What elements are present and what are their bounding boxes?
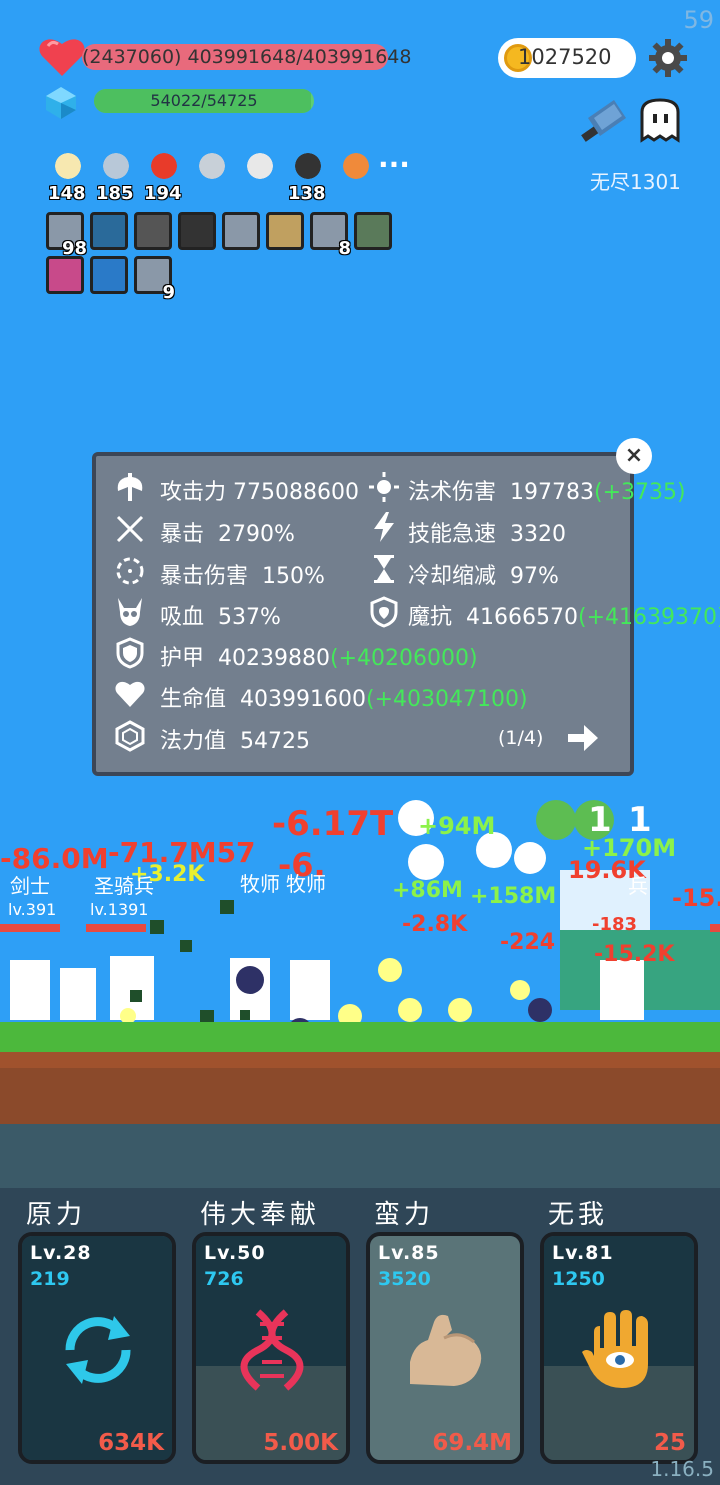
ghost-icon[interactable] bbox=[636, 96, 684, 144]
item-count: 9 bbox=[162, 282, 175, 303]
damage-number: -224 bbox=[500, 930, 556, 955]
mana-hexagon-icon bbox=[115, 720, 145, 752]
unit-name: 圣骑兵 bbox=[94, 874, 154, 898]
hook-icon[interactable] bbox=[192, 146, 232, 186]
light-icon[interactable] bbox=[90, 212, 128, 250]
apple-icon[interactable]: 194 bbox=[144, 146, 184, 204]
stat-magic-damage: 法术伤害 197783(+3735) bbox=[408, 480, 686, 505]
blade-icon[interactable] bbox=[240, 146, 280, 186]
scroll-icon[interactable]: 98 bbox=[46, 212, 87, 259]
skill-card-brute-force[interactable]: Lv.85 3520 69.4M bbox=[366, 1232, 524, 1464]
endless-level-label: 无尽1301 bbox=[590, 170, 681, 194]
scroll-icon[interactable] bbox=[134, 212, 172, 250]
heart-outline-icon bbox=[115, 681, 145, 707]
stat-attack: 攻击力 775088600 bbox=[160, 480, 359, 505]
torch-icon[interactable] bbox=[336, 146, 376, 186]
claw-icon[interactable] bbox=[90, 256, 128, 294]
damage-number: -2.8K bbox=[402, 912, 468, 937]
skill-name: 蛮力 bbox=[374, 1200, 435, 1230]
axe-icon bbox=[117, 473, 143, 501]
mana-gem-icon bbox=[46, 87, 76, 119]
damage-number: +158M bbox=[470, 884, 557, 909]
page-indicator: (1/4) bbox=[498, 727, 544, 749]
item-count: 185 bbox=[96, 183, 134, 204]
hourglass-icon bbox=[374, 555, 394, 583]
grass-ground bbox=[0, 1022, 720, 1052]
endless-flag-icon[interactable] bbox=[578, 96, 630, 144]
unit-level: lv.1391 bbox=[90, 900, 149, 919]
damage-number: +94M bbox=[418, 812, 496, 840]
bat-icon[interactable]: 138 bbox=[288, 146, 328, 204]
unit-level: lv.391 bbox=[8, 900, 57, 919]
skill-card-force[interactable]: Lv.28 219 634K bbox=[18, 1232, 176, 1464]
fps-counter: 59 bbox=[683, 6, 714, 34]
damage-number: -183 bbox=[592, 914, 638, 935]
stat-crit-damage: 暴击伤害 150% bbox=[160, 564, 325, 589]
stat-armor: 护甲 40239880(+40206000) bbox=[160, 646, 478, 671]
unit-name: 剑士 bbox=[10, 874, 50, 898]
dirt-layer-dark bbox=[0, 1068, 720, 1124]
stat-cooldown-reduction: 冷却缩减 97% bbox=[408, 564, 559, 589]
unit-name: 牧师 bbox=[286, 872, 326, 896]
egg-icon[interactable]: 148 bbox=[48, 146, 88, 204]
damage-number: -6.17T bbox=[272, 804, 394, 844]
skill-name: 原力 bbox=[26, 1200, 87, 1230]
shield-icon[interactable] bbox=[266, 212, 304, 250]
skill-card-devotion[interactable]: Lv.50 726 5.00K bbox=[192, 1232, 350, 1464]
lightning-icon bbox=[374, 512, 394, 542]
helmet-icon[interactable] bbox=[354, 212, 392, 250]
stat-lifesteal: 吸血 537% bbox=[160, 605, 281, 630]
sun-icon bbox=[369, 472, 399, 502]
damage-number: +86M bbox=[392, 878, 463, 903]
item-count: 194 bbox=[144, 183, 182, 204]
close-panel-button[interactable]: × bbox=[616, 438, 652, 474]
item-count: 148 bbox=[48, 183, 86, 204]
skill-panel-header bbox=[0, 1124, 720, 1188]
coin-value: 1027520 bbox=[518, 45, 612, 69]
dna-icon bbox=[240, 1309, 304, 1391]
muscle-arm-icon bbox=[410, 1314, 482, 1386]
dark-scroll-icon[interactable] bbox=[178, 212, 216, 250]
damage-number: 1 bbox=[628, 800, 652, 840]
unit-name: 兵 bbox=[628, 874, 648, 898]
damage-number: 1 bbox=[588, 800, 612, 840]
eye-hand-icon bbox=[582, 1310, 648, 1388]
damage-number: -15.2K bbox=[594, 942, 675, 967]
mana-text: 54022/54725 bbox=[150, 91, 258, 110]
skill-name: 无我 bbox=[548, 1200, 609, 1230]
skill-name: 伟大奉献 bbox=[200, 1200, 321, 1230]
item-count: 138 bbox=[288, 183, 326, 204]
stat-health: 生命值 403991600(+403047100) bbox=[160, 687, 528, 712]
scroll-icon[interactable] bbox=[222, 212, 260, 250]
stat-crit: 暴击 2790% bbox=[160, 522, 295, 547]
more-items-button[interactable]: ··· bbox=[378, 148, 410, 181]
crossed-swords-icon bbox=[116, 515, 144, 543]
demon-icon[interactable] bbox=[46, 256, 84, 294]
version-label: 1.16.5 bbox=[650, 1457, 714, 1481]
sword-icon[interactable]: 185 bbox=[96, 146, 136, 204]
armor-shield-icon bbox=[116, 637, 144, 669]
skill-card-selfless[interactable]: Lv.81 1250 25 bbox=[540, 1232, 698, 1464]
scroll-icon[interactable]: 8 bbox=[310, 212, 351, 259]
hp-text: (2437060) 403991648/403991648 bbox=[82, 46, 412, 68]
damage-number: -15. bbox=[672, 884, 720, 912]
heart-icon bbox=[39, 39, 85, 76]
crit-target-icon bbox=[116, 557, 144, 585]
next-page-arrow-icon[interactable] bbox=[566, 722, 600, 754]
refresh-icon bbox=[65, 1316, 131, 1384]
item-count: 8 bbox=[338, 238, 351, 259]
stat-skill-haste: 技能急速 3320 bbox=[408, 522, 567, 547]
settings-gear-icon[interactable] bbox=[648, 38, 688, 78]
stat-magic-resist: 魔抗 41666570(+41639370) bbox=[408, 605, 720, 630]
stat-mana: 法力值 54725 bbox=[160, 729, 311, 754]
unit-name: 牧师 bbox=[240, 872, 280, 896]
vampire-skull-icon bbox=[118, 598, 142, 626]
scroll-icon[interactable]: 9 bbox=[134, 256, 175, 303]
magic-shield-icon bbox=[370, 596, 398, 628]
